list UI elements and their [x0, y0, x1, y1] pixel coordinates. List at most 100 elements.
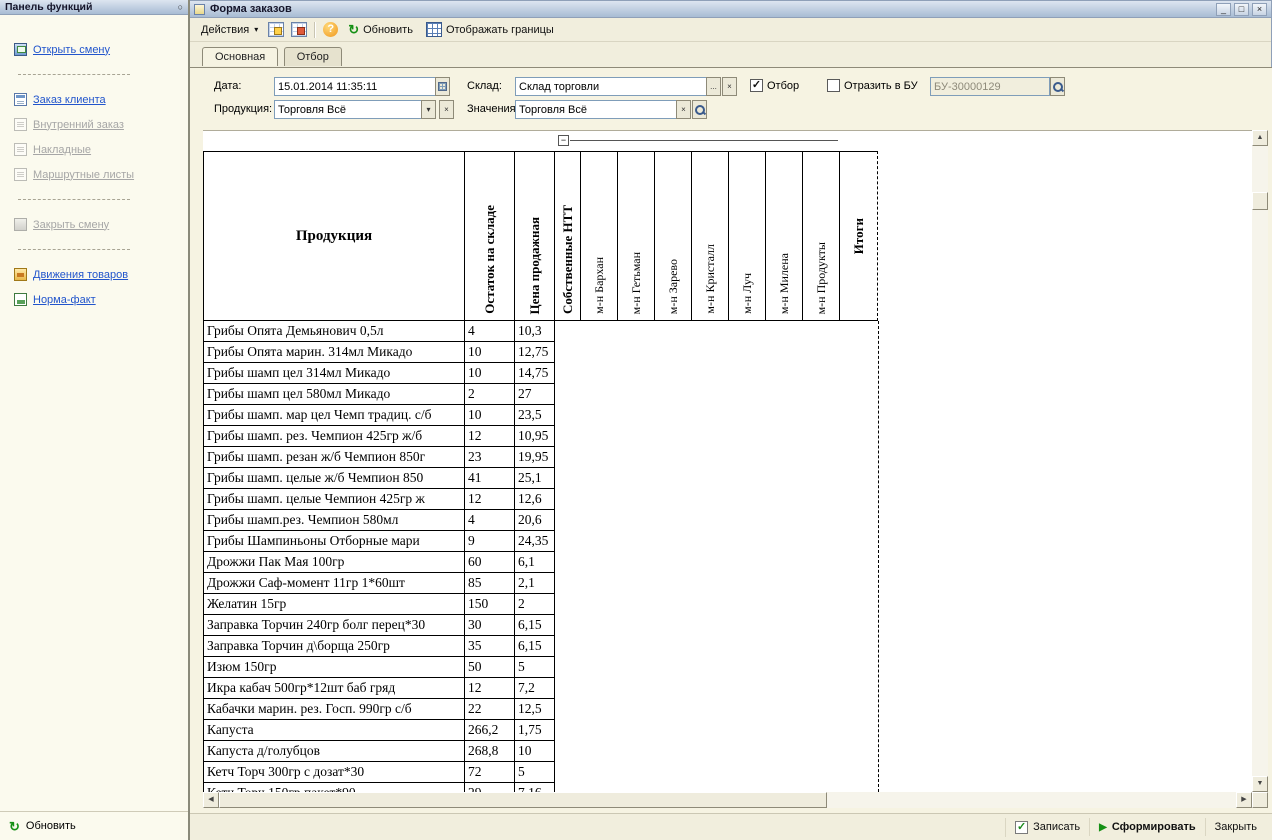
scroll-left-button[interactable]: ◀ [203, 792, 219, 808]
stock-cell[interactable]: 85 [465, 573, 515, 594]
scrollbar-extra-button[interactable] [1252, 792, 1268, 808]
scroll-up-button[interactable]: ▲ [1252, 130, 1268, 146]
sidebar-item-client-order[interactable]: Заказ клиента [0, 87, 188, 112]
price-cell[interactable]: 23,5 [515, 405, 555, 426]
product-cell[interactable]: Икра кабач 500гр*12шт баб гряд [203, 678, 465, 699]
stock-cell[interactable]: 35 [465, 636, 515, 657]
product-cell[interactable]: Дрожжи Пак Мая 100гр [203, 552, 465, 573]
product-cell[interactable]: Грибы шамп. резан ж/б Чемпион 850г [203, 447, 465, 468]
product-cell[interactable]: Грибы шамп. целые Чемпион 425гр ж [203, 489, 465, 510]
save-button[interactable]: ✓ Записать [1005, 818, 1089, 837]
price-cell[interactable]: 10 [515, 741, 555, 762]
help-icon[interactable]: ? [323, 22, 338, 37]
stock-cell[interactable]: 10 [465, 342, 515, 363]
horizontal-scrollbar[interactable]: ◀ ▶ [203, 792, 1268, 808]
toolbar-refresh-button[interactable]: ↻ Обновить [345, 21, 416, 38]
column-header-store[interactable]: м-н Кристалл [692, 151, 729, 321]
stock-cell[interactable]: 30 [465, 615, 515, 636]
product-cell[interactable]: Заправка Торчин д\борща 250гр [203, 636, 465, 657]
calendar-button[interactable] [435, 77, 450, 96]
scroll-right-button[interactable]: ▶ [1236, 792, 1252, 808]
product-cell[interactable]: Грибы шамп. мар цел Чемп традиц. с/б [203, 405, 465, 426]
collapse-group-button[interactable]: − [558, 135, 569, 146]
price-cell[interactable]: 27 [515, 384, 555, 405]
column-header-store[interactable]: м-н Продукты [803, 151, 840, 321]
price-cell[interactable]: 12,6 [515, 489, 555, 510]
scroll-down-button[interactable]: ▼ [1252, 776, 1268, 792]
product-cell[interactable]: Кабачки марин. рез. Госп. 990гр с/б [203, 699, 465, 720]
tab-main[interactable]: Основная [202, 47, 278, 66]
production-dropdown-button[interactable]: ▾ [421, 100, 436, 119]
stock-cell[interactable]: 72 [465, 762, 515, 783]
price-cell[interactable]: 6,15 [515, 615, 555, 636]
price-cell[interactable]: 24,35 [515, 531, 555, 552]
production-combo[interactable]: Торговля Всё [274, 100, 422, 119]
sidebar-refresh-button[interactable]: Обновить [26, 820, 76, 832]
stock-cell[interactable]: 23 [465, 447, 515, 468]
actions-menu-button[interactable]: Действия ▾ [198, 22, 261, 38]
column-header-store[interactable]: м-н Гетьман [618, 151, 655, 321]
price-cell[interactable]: 19,95 [515, 447, 555, 468]
close-button[interactable]: × [1252, 3, 1267, 16]
price-cell[interactable]: 5 [515, 657, 555, 678]
price-cell[interactable]: 10,3 [515, 321, 555, 342]
bu-checkbox[interactable] [827, 79, 840, 92]
product-cell[interactable]: Кетч Торч 150гр пакет*90 [203, 783, 465, 792]
price-cell[interactable]: 2 [515, 594, 555, 615]
product-cell[interactable]: Грибы шамп цел 314мл Микадо [203, 363, 465, 384]
stock-cell[interactable]: 22 [465, 699, 515, 720]
product-cell[interactable]: Дрожжи Саф-момент 11гр 1*60шт [203, 573, 465, 594]
values-input[interactable]: Торговля Всё [515, 100, 677, 119]
vertical-scroll-thumb[interactable] [1252, 192, 1268, 210]
product-cell[interactable]: Заправка Торчин 240гр болг перец*30 [203, 615, 465, 636]
stock-cell[interactable]: 2 [465, 384, 515, 405]
list-output-icon[interactable] [268, 22, 284, 37]
sidebar-item-goods-movements[interactable]: Движения товаров [0, 262, 188, 287]
stock-cell[interactable]: 266,2 [465, 720, 515, 741]
column-header-store[interactable]: м-н Зарево [655, 151, 692, 321]
stock-cell[interactable]: 10 [465, 363, 515, 384]
price-cell[interactable]: 12,5 [515, 699, 555, 720]
show-borders-button[interactable]: Отображать границы [423, 20, 557, 39]
product-cell[interactable]: Капуста [203, 720, 465, 741]
values-clear-button[interactable]: × [676, 100, 691, 119]
price-cell[interactable]: 6,1 [515, 552, 555, 573]
warehouse-select-button[interactable]: ... [706, 77, 721, 96]
maximize-button[interactable]: □ [1234, 3, 1249, 16]
price-cell[interactable]: 7,16 [515, 783, 555, 792]
stock-cell[interactable]: 268,8 [465, 741, 515, 762]
price-cell[interactable]: 20,6 [515, 510, 555, 531]
minimize-button[interactable]: _ [1216, 3, 1231, 16]
product-cell[interactable]: Грибы шамп. целые ж/б Чемпион 850 [203, 468, 465, 489]
product-cell[interactable]: Грибы Опята Демьянович 0,5л [203, 321, 465, 342]
otbor-checkbox[interactable]: ✓ [750, 79, 763, 92]
generate-button[interactable]: ▶ Сформировать [1089, 818, 1205, 836]
warehouse-input[interactable]: Склад торговли [515, 77, 707, 96]
stock-cell[interactable]: 29 [465, 783, 515, 792]
product-cell[interactable]: Изюм 150гр [203, 657, 465, 678]
column-header-store[interactable]: м-н Милена [766, 151, 803, 321]
column-header-totals[interactable]: Итоги [840, 151, 878, 321]
warehouse-clear-button[interactable]: × [722, 77, 737, 96]
stock-cell[interactable]: 4 [465, 510, 515, 531]
stock-cell[interactable]: 12 [465, 678, 515, 699]
price-cell[interactable]: 2,1 [515, 573, 555, 594]
production-clear-button[interactable]: × [439, 100, 454, 119]
price-cell[interactable]: 10,95 [515, 426, 555, 447]
panel-options-button[interactable]: ○ [178, 2, 183, 12]
stock-cell[interactable]: 9 [465, 531, 515, 552]
product-cell[interactable]: Грибы шамп. рез. Чемпион 425гр ж/б [203, 426, 465, 447]
values-search-button[interactable] [692, 100, 707, 119]
price-cell[interactable]: 7,2 [515, 678, 555, 699]
list-settings-icon[interactable] [291, 22, 307, 37]
stock-cell[interactable]: 4 [465, 321, 515, 342]
bu-search-button[interactable] [1050, 77, 1065, 96]
price-cell[interactable]: 1,75 [515, 720, 555, 741]
column-header-product[interactable]: Продукция [203, 151, 465, 321]
price-cell[interactable]: 25,1 [515, 468, 555, 489]
stock-cell[interactable]: 150 [465, 594, 515, 615]
sidebar-item-open-shift[interactable]: Открыть смену [0, 37, 188, 62]
price-cell[interactable]: 6,15 [515, 636, 555, 657]
product-cell[interactable]: Грибы Шампиньоны Отборные мари [203, 531, 465, 552]
price-cell[interactable]: 12,75 [515, 342, 555, 363]
